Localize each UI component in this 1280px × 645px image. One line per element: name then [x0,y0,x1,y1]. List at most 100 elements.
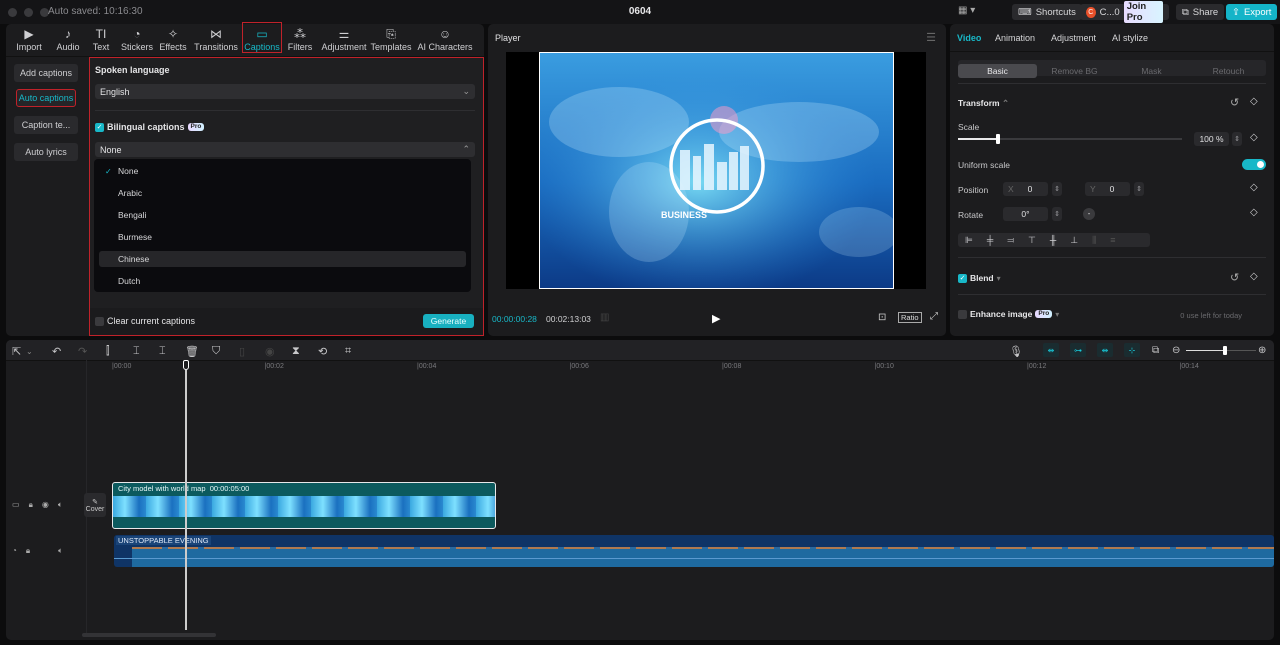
subtab-basic[interactable]: Basic [958,64,1037,78]
tab-transitions[interactable]: ⋈ Transitions [194,27,238,53]
tab-ai-characters[interactable]: ☺ AI Characters [414,27,476,53]
share-button[interactable]: ⧉ Share [1176,4,1225,20]
subtab-retouch[interactable]: Retouch [1189,64,1268,78]
eye-icon[interactable]: ◉ [42,500,49,510]
chevron-down-icon[interactable]: ▾ [997,274,1001,283]
position-x-stepper[interactable]: ⇕ [1052,182,1062,196]
align-center-v-icon[interactable]: ╫ [1050,235,1056,245]
bilingual-checkbox[interactable]: ✓ [95,122,104,132]
align-left-icon[interactable]: ⊫ [965,235,973,246]
tab-text[interactable]: TI Text [90,27,112,53]
microphone-icon[interactable]: 🎙 [1009,345,1023,358]
position-x-input[interactable]: X0 [1003,182,1048,196]
uniform-scale-toggle[interactable] [1242,159,1266,170]
zoom-in-icon[interactable]: ⊕ [1258,345,1266,356]
crop-icon[interactable]: ⌗ [345,345,351,358]
preview-axis-icon[interactable]: ⇹ [1097,343,1113,357]
tab-adjustment[interactable]: ⚌ Adjustment [321,27,366,53]
rotate-input[interactable]: 0° [1003,207,1048,221]
timeline-zoom-slider[interactable] [1186,346,1256,355]
keyframe-icon[interactable]: ◇ [1250,96,1258,107]
undo-icon[interactable]: ↶ [52,345,61,358]
video-clip[interactable]: City model with world map 00:00:05:00 [112,482,496,529]
volume-icon[interactable]: 🔈︎ [58,546,63,556]
timeline-zoom-handle[interactable] [1222,346,1227,355]
export-button[interactable]: ⇪ Export [1226,4,1278,20]
zoom-out-icon[interactable]: ⊖ [1172,345,1180,356]
delete-left-icon[interactable]: ⌶ [133,345,140,358]
distribute-v-icon[interactable]: ≡ [1110,235,1115,245]
shortcuts-button[interactable]: ⌨ Shortcuts [1012,4,1082,20]
tab-filters[interactable]: ⁂ Filters [285,27,315,53]
select-tool-icon[interactable]: ⇱ [12,345,21,358]
caption-nav-auto-captions[interactable]: Auto captions [16,89,76,107]
main-track-magnet-icon[interactable]: ⊹ [1124,343,1140,357]
menu-icon[interactable]: ☰ [926,31,936,44]
caption-nav-caption-te-[interactable]: Caption te... [14,116,78,134]
align-center-h-icon[interactable]: ╪ [987,235,993,245]
marker-icon[interactable]: ⛉ [212,345,220,358]
ratio-button[interactable]: Ratio [898,312,922,323]
caption-nav-add-captions[interactable]: Add captions [14,64,78,82]
chevron-down-icon[interactable]: ▾ [1055,310,1059,319]
language-option[interactable]: Bengali [99,207,466,223]
align-top-icon[interactable]: ⊤ [1028,235,1036,246]
preview-icon[interactable]: ⧉ [1152,345,1159,356]
tab-templates[interactable]: ⎘ Templates [370,27,411,53]
keyframe-icon[interactable]: ◇ [1250,182,1258,193]
playhead-handle[interactable] [183,360,189,370]
audio-clip[interactable]: UNSTOPPABLE EVENING [114,535,1274,567]
language-option[interactable]: Chinese [99,251,466,267]
join-pro-button[interactable]: Join Pro [1123,1,1163,23]
waveform-icon[interactable]: ▥ [600,312,609,323]
zoom-fit-icon[interactable]: ⊡ [878,312,886,323]
redo-icon[interactable]: ↷ [78,345,87,358]
lock-icon[interactable]: 🔒︎ [29,500,33,510]
tab-effects[interactable]: ✧ Effects [158,27,188,53]
scale-slider[interactable] [958,134,1182,144]
video-preview[interactable]: BUSINESS [539,52,894,289]
chevron-down-icon[interactable]: ⌄ [26,347,33,356]
inspector-tab-ai-stylize[interactable]: AI stylize [1112,33,1148,43]
subtab-remove-bg[interactable]: Remove BG [1035,64,1114,78]
blend-checkbox[interactable]: ✓ [958,273,967,283]
rotate-stepper[interactable]: ⇕ [1052,207,1062,221]
keyframe-icon[interactable]: ◇ [1250,207,1258,218]
split-icon[interactable]: ⫿ [106,345,110,358]
language-option[interactable]: Burmese [99,229,466,245]
bilingual-language-select[interactable]: None ⌃ [95,142,475,157]
tab-import[interactable]: ▶ Import [12,27,46,53]
layout-icon[interactable]: ▦ ▾ [958,5,975,16]
reset-icon[interactable]: ↺ [1230,96,1239,109]
subtab-mask[interactable]: Mask [1112,64,1191,78]
tab-captions[interactable]: ▭ Captions [242,22,282,53]
freeze-icon[interactable]: ▯ [239,345,245,358]
keyframe-icon[interactable]: ◇ [1250,271,1258,282]
language-option[interactable]: ✓ None [99,163,466,179]
inspector-tab-video[interactable]: Video [957,33,981,43]
inspector-tab-adjustment[interactable]: Adjustment [1051,33,1096,43]
language-option[interactable]: Arabic [99,185,466,201]
horizontal-scrollbar[interactable] [82,633,216,637]
volume-icon[interactable]: 🔈︎ [58,500,63,510]
delete-right-icon[interactable]: ⌶ [159,345,166,358]
mirror-icon[interactable]: ⧗ [292,345,300,358]
scale-input[interactable]: 100 % [1194,132,1229,146]
lock-icon[interactable]: 🔒︎ [26,546,30,556]
distribute-h-icon[interactable]: ⫼ [1092,235,1096,246]
spoken-language-select[interactable]: English ⌄ [95,84,475,99]
language-option[interactable]: Dutch [99,273,466,289]
generate-button[interactable]: Generate [423,314,474,328]
clear-captions-checkbox[interactable] [95,316,104,326]
rotate-dial[interactable]: - [1083,208,1095,220]
inspector-tab-animation[interactable]: Animation [995,33,1035,43]
cover-button[interactable]: ✎ Cover [84,493,106,517]
keyframe-icon[interactable]: ◇ [1250,132,1258,143]
enhance-checkbox[interactable] [958,309,967,319]
play-icon[interactable]: ▶ [712,312,720,325]
tab-stickers[interactable]: ◔ Stickers [119,27,155,53]
align-bottom-icon[interactable]: ⊥ [1070,235,1078,246]
reverse-icon[interactable]: ◉ [265,345,275,358]
align-right-icon[interactable]: ⫤ [1007,235,1014,246]
scale-stepper[interactable]: ⇕ [1232,132,1242,146]
